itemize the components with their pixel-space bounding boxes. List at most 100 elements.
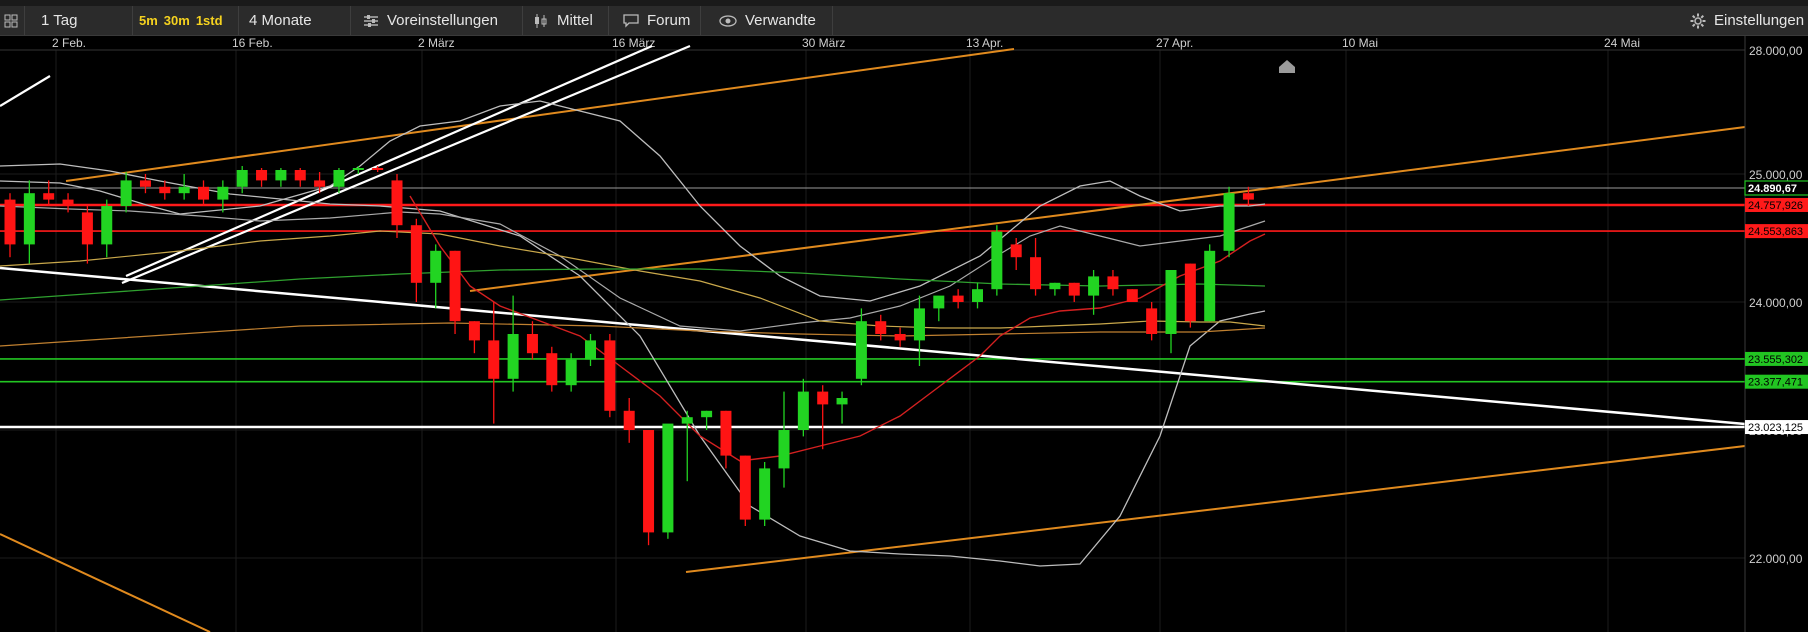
orange-trendline-upper (65, 48, 1015, 182)
interval-30m-button[interactable]: 30m (164, 13, 190, 28)
chat-bubble-icon (623, 13, 639, 28)
orange-trendline-left (0, 533, 211, 632)
x-tick-label: 2 Feb. (52, 36, 86, 50)
presets-button[interactable]: Voreinstellungen (350, 6, 535, 35)
candle-body (333, 170, 345, 187)
candle-body (526, 334, 538, 354)
y-tick-label: 24.000,00 (1749, 296, 1803, 310)
chart-grid (0, 49, 1745, 632)
intraday-group: 5m 30m 1std (132, 6, 243, 35)
range-label: 4 Monate (249, 12, 312, 29)
candle-body (662, 423, 674, 533)
candle-body (720, 410, 732, 456)
candle-body (430, 250, 442, 283)
candle-body (972, 289, 983, 302)
candle-body (1010, 244, 1022, 258)
candle-body (391, 180, 403, 226)
toolbar-spacer (832, 6, 1808, 35)
candle-body (933, 295, 945, 309)
home-marker-icon[interactable] (1279, 60, 1295, 73)
price-chart[interactable]: 2 Feb. 16 Feb. 2 März 16 März 30 März 13 Apr.… (0, 36, 1808, 632)
interval-1std-button[interactable]: 1std (196, 13, 223, 28)
candle-body (1242, 193, 1254, 200)
candle-body (1030, 257, 1042, 290)
x-tick-label: 10 Mai (1342, 36, 1378, 50)
related-button[interactable]: Verwandte (700, 6, 851, 35)
sliders-icon (363, 14, 379, 28)
candle-body (1049, 282, 1061, 290)
candle-body (294, 170, 306, 181)
moving-average-orange (0, 322, 1266, 347)
candle-body (372, 168, 384, 170)
forum-button[interactable]: Forum (608, 6, 715, 35)
moving-average-yellow (0, 230, 1266, 329)
average-button[interactable]: Mittel (522, 6, 619, 35)
moving-average-red (409, 195, 1266, 462)
x-tick-label: 13 Apr. (966, 36, 1003, 50)
price-label-text: 24.757,926 (1748, 200, 1803, 212)
candle-body (991, 231, 1003, 290)
trendlines (0, 44, 1746, 632)
forum-label: Forum (647, 12, 691, 29)
candle-body (778, 430, 790, 469)
candle-body (352, 168, 364, 170)
candle-body (1165, 270, 1177, 334)
candle-body (739, 455, 751, 520)
candle-body (604, 340, 616, 411)
candle-body (1204, 250, 1216, 322)
presets-label: Voreinstellungen (387, 12, 498, 29)
settings-button[interactable]: Einstellungen (1690, 6, 1808, 35)
related-label: Verwandte (745, 12, 816, 29)
candle-body (159, 186, 171, 194)
candle-body (681, 417, 693, 424)
candle-body (1126, 289, 1138, 302)
candle-body (4, 199, 16, 245)
candle-body (894, 334, 906, 341)
candle-body (585, 340, 596, 360)
price-label-text: 24.553,863 (1748, 226, 1803, 238)
candle-body (1146, 308, 1158, 334)
candle-body (62, 199, 74, 206)
candle-body (256, 170, 268, 181)
candle-body (1184, 263, 1196, 322)
y-tick-label: 22.000,00 (1749, 552, 1803, 566)
candle-body (275, 170, 287, 181)
y-axis: 28.000,0025.000,0024.000,0023.000,0022.0… (1744, 36, 1803, 632)
candle-body (488, 340, 500, 379)
settings-label: Einstellungen (1714, 12, 1805, 29)
gear-icon (1690, 13, 1706, 29)
x-tick-label: 16 Feb. (232, 36, 273, 50)
white-trendline-down (0, 266, 1746, 426)
candle-body (913, 308, 925, 341)
candle-body (507, 334, 519, 379)
y-tick-label: 25.000,00 (1749, 168, 1803, 182)
candle-body (875, 321, 887, 334)
candle-body (314, 180, 326, 187)
candle-body (797, 391, 809, 430)
price-level-labels: 24.890,67 24.757,926 24.553,863 23.555,302 2… (1279, 60, 1808, 435)
candle-body (449, 250, 461, 322)
candle-body (178, 186, 190, 194)
chart-toolbar: 1 Tag 5m 30m 1std 4 Monate Voreinstellun… (0, 6, 1808, 36)
average-label: Mittel (557, 12, 593, 29)
candle-body (468, 321, 480, 341)
interval-select[interactable]: 1 Tag (24, 6, 147, 35)
price-label-text: 24.890,67 (1748, 183, 1797, 195)
candlestick-series (4, 166, 1254, 546)
candle-body (701, 410, 713, 418)
candle-body (236, 170, 248, 187)
interval-label: 1 Tag (41, 12, 78, 29)
candle-body (952, 295, 964, 302)
candle-body (1068, 282, 1080, 296)
chart-menu-button[interactable] (0, 6, 22, 35)
candle-body (139, 180, 151, 187)
x-axis: 2 Feb. 16 Feb. 2 März 16 März 30 März 13 Apr.… (0, 36, 1745, 51)
candle-body (217, 186, 229, 200)
interval-5m-button[interactable]: 5m (139, 13, 158, 28)
range-select[interactable]: 4 Monate (238, 6, 359, 35)
candle-body (817, 391, 829, 405)
x-tick-label: 30 März (802, 36, 845, 50)
candle-body (101, 206, 113, 245)
candle-body (1107, 276, 1119, 290)
candle-body (1088, 276, 1100, 296)
